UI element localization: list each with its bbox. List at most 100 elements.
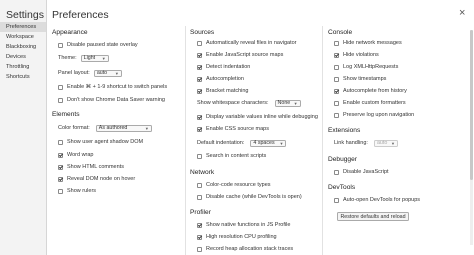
setting-hide-violations[interactable]: Hide violations <box>334 51 379 59</box>
setting-default-indentation: Default indentation: 4 spaces ▼ <box>197 139 287 147</box>
checkbox[interactable] <box>334 100 339 106</box>
setting-data-saver-warning[interactable]: Don't show Chrome Data Saver warning <box>58 96 165 104</box>
checkbox-checked[interactable] <box>197 52 202 58</box>
setting-html-comments[interactable]: Show HTML comments <box>58 163 124 171</box>
sidebar-item-throttling[interactable]: Throttling <box>0 62 46 72</box>
setting-timestamps[interactable]: Show timestamps <box>334 75 386 83</box>
checkbox-checked[interactable] <box>197 64 202 70</box>
setting-color-code[interactable]: Color-code resource types <box>197 181 271 189</box>
setting-high-resolution[interactable]: High resolution CPU profiling <box>197 233 277 241</box>
checkbox[interactable] <box>58 188 63 194</box>
checkbox[interactable] <box>197 153 202 159</box>
setting-preserve-log[interactable]: Preserve log upon navigation <box>334 111 414 119</box>
setting-record-heap[interactable]: Record heap allocation stack traces <box>197 245 293 253</box>
checkbox[interactable] <box>58 139 63 145</box>
checkbox[interactable] <box>334 197 339 203</box>
setting-rulers[interactable]: Show rulers <box>58 187 96 195</box>
section-title-console: Console <box>328 29 353 36</box>
checkbox[interactable] <box>334 112 339 118</box>
checkbox-checked[interactable] <box>197 114 202 120</box>
checkbox-checked[interactable] <box>334 88 339 94</box>
setting-reveal-dom[interactable]: Reveal DOM node on hover <box>58 175 135 183</box>
setting-whitespace: Show whitespace characters: None ▼ <box>197 99 301 107</box>
whitespace-select[interactable]: None ▼ <box>274 99 301 107</box>
checkbox[interactable] <box>334 40 339 46</box>
checkbox-checked[interactable] <box>58 176 63 182</box>
setting-theme: Theme: Light ▼ <box>58 54 109 62</box>
setting-auto-open-devtools[interactable]: Auto-open DevTools for popups <box>334 196 420 204</box>
chevron-down-icon: ▼ <box>293 100 298 106</box>
setting-disable-javascript[interactable]: Disable JavaScript <box>334 168 389 176</box>
checkbox[interactable] <box>58 97 63 103</box>
setting-word-wrap[interactable]: Word wrap <box>58 151 94 159</box>
chevron-down-icon: ▼ <box>101 55 106 61</box>
checkbox[interactable] <box>334 76 339 82</box>
section-title-network: Network <box>190 169 215 176</box>
theme-select[interactable]: Light ▼ <box>80 54 109 62</box>
restore-defaults-button[interactable]: Restore defaults and reload <box>337 212 409 221</box>
setting-bracket-matching[interactable]: Bracket matching <box>197 87 249 95</box>
sidebar-item-preferences[interactable]: Preferences <box>0 22 46 32</box>
setting-detect-indentation[interactable]: Detect indentation <box>197 63 250 71</box>
setting-js-source-maps[interactable]: Enable JavaScript source maps <box>197 51 283 59</box>
section-title-sources: Sources <box>190 29 215 36</box>
checkbox[interactable] <box>334 64 339 70</box>
checkbox-checked[interactable] <box>197 222 202 228</box>
indentation-select[interactable]: 4 spaces ▼ <box>250 139 287 147</box>
setting-switch-panels-shortcut[interactable]: Enable ⌘ + 1-9 shortcut to switch panels <box>58 83 167 91</box>
chevron-down-icon: ▼ <box>279 140 284 146</box>
section-title-debugger: Debugger <box>328 156 357 163</box>
setting-custom-formatters[interactable]: Enable custom formatters <box>334 99 406 107</box>
section-title-profiler: Profiler <box>190 209 211 216</box>
sidebar-item-blackboxing[interactable]: Blackboxing <box>0 42 46 52</box>
scrollbar[interactable] <box>470 30 473 245</box>
section-title-extensions: Extensions <box>328 127 361 134</box>
setting-search-content-scripts[interactable]: Search in content scripts <box>197 152 266 160</box>
setting-auto-reveal[interactable]: Automatically reveal files in navigator <box>197 39 297 47</box>
setting-disable-cache[interactable]: Disable cache (while DevTools is open) <box>197 193 302 201</box>
section-title-appearance: Appearance <box>52 29 88 36</box>
settings-sidebar: Settings Preferences Workspace Blackboxi… <box>0 0 47 255</box>
setting-native-functions[interactable]: Show native functions in JS Profile <box>197 221 290 229</box>
checkbox[interactable] <box>197 40 202 46</box>
settings-title: Settings <box>6 9 44 21</box>
setting-hide-network-messages[interactable]: Hide network messages <box>334 39 402 47</box>
setting-color-format: Color format: As authored ▼ <box>58 124 152 132</box>
link-handling-select[interactable]: auto ▼ <box>373 139 398 147</box>
section-title-devtools: DevTools <box>328 184 356 191</box>
checkbox[interactable] <box>334 169 339 175</box>
close-icon[interactable]: × <box>459 8 465 19</box>
sidebar-item-workspace[interactable]: Workspace <box>0 32 46 42</box>
checkbox-checked[interactable] <box>58 164 63 170</box>
column-divider <box>185 26 186 255</box>
scrollbar-thumb[interactable] <box>470 30 473 180</box>
setting-css-source-maps[interactable]: Enable CSS source maps <box>197 125 269 133</box>
checkbox[interactable] <box>58 42 63 48</box>
setting-link-handling: Link handling: auto ▼ <box>334 139 398 147</box>
color-format-select[interactable]: As authored ▼ <box>95 124 152 132</box>
setting-shadow-dom[interactable]: Show user agent shadow DOM <box>58 138 143 146</box>
setting-autocompletion[interactable]: Autocompletion <box>197 75 244 83</box>
chevron-down-icon: ▼ <box>390 140 395 146</box>
checkbox[interactable] <box>197 194 202 200</box>
setting-disable-paused-overlay[interactable]: Disable paused state overlay <box>58 41 138 49</box>
panel-layout-select[interactable]: auto ▼ <box>93 69 122 77</box>
page-title: Preferences <box>52 9 109 21</box>
checkbox[interactable] <box>197 182 202 188</box>
checkbox[interactable] <box>197 246 202 252</box>
chevron-down-icon: ▼ <box>144 125 149 131</box>
checkbox[interactable] <box>58 84 63 90</box>
checkbox-checked[interactable] <box>334 52 339 58</box>
sidebar-item-shortcuts[interactable]: Shortcuts <box>0 72 46 82</box>
checkbox-checked[interactable] <box>197 234 202 240</box>
setting-log-xhr[interactable]: Log XMLHttpRequests <box>334 63 398 71</box>
sidebar-item-devices[interactable]: Devices <box>0 52 46 62</box>
section-title-elements: Elements <box>52 111 80 118</box>
checkbox-checked[interactable] <box>197 88 202 94</box>
checkbox-checked[interactable] <box>197 76 202 82</box>
setting-inline-values[interactable]: Display variable values inline while deb… <box>197 113 318 121</box>
setting-panel-layout: Panel layout: auto ▼ <box>58 69 122 77</box>
checkbox-checked[interactable] <box>58 152 63 158</box>
setting-autocomplete-history[interactable]: Autocomplete from history <box>334 87 407 95</box>
checkbox-checked[interactable] <box>197 126 202 132</box>
